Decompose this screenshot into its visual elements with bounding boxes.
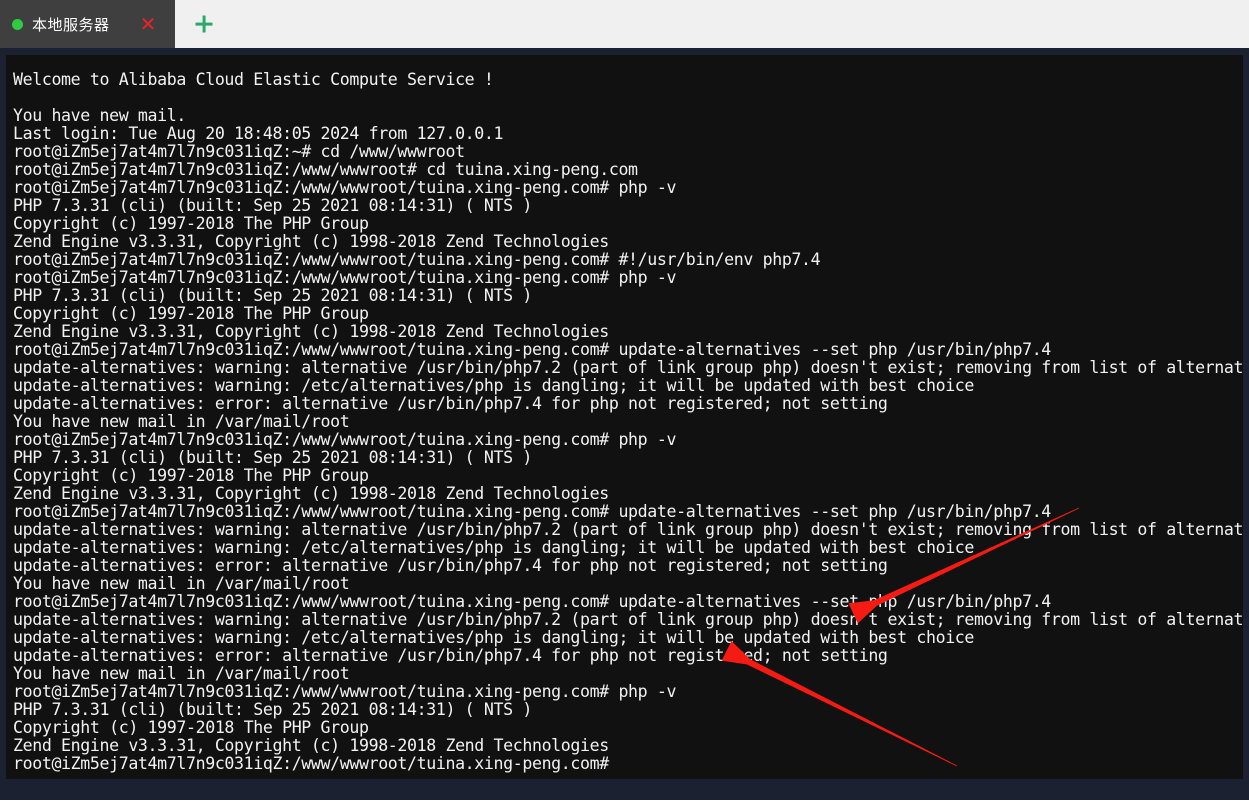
tab-bar: 本地服务器 ✕ <box>0 0 1249 48</box>
terminal-line: Copyright (c) 1997-2018 The PHP Group <box>13 214 369 233</box>
terminal-line: update-alternatives: error: alternative … <box>13 556 888 575</box>
terminal-line: root@iZm5ej7at4m7l7n9c031iqZ:/www/wwwroo… <box>13 340 1051 359</box>
terminal-line: root@iZm5ej7at4m7l7n9c031iqZ:/www/wwwroo… <box>13 250 821 269</box>
plus-icon <box>195 15 213 33</box>
new-tab-button[interactable] <box>175 0 233 48</box>
terminal-line: root@iZm5ej7at4m7l7n9c031iqZ:/www/wwwroo… <box>13 178 677 197</box>
terminal-line: root@iZm5ej7at4m7l7n9c031iqZ:~# cd /www/… <box>13 142 465 161</box>
terminal-line: root@iZm5ej7at4m7l7n9c031iqZ:/www/wwwroo… <box>13 682 677 701</box>
terminal-line: Copyright (c) 1997-2018 The PHP Group <box>13 304 369 323</box>
terminal-line: You have new mail in /var/mail/root <box>13 412 350 431</box>
terminal-line: Zend Engine v3.3.31, Copyright (c) 1998-… <box>13 736 609 755</box>
terminal-line: update-alternatives: warning: alternativ… <box>13 358 1243 377</box>
terminal-line: You have new mail in /var/mail/root <box>13 574 350 593</box>
terminal-line: root@iZm5ej7at4m7l7n9c031iqZ:/www/wwwroo… <box>13 754 609 773</box>
terminal-line: Welcome to Alibaba Cloud Elastic Compute… <box>13 70 494 89</box>
terminal-line: Copyright (c) 1997-2018 The PHP Group <box>13 466 369 485</box>
terminal-line: You have new mail in /var/mail/root <box>13 664 350 683</box>
terminal-screen[interactable]: Welcome to Alibaba Cloud Elastic Compute… <box>6 55 1243 779</box>
terminal-line: update-alternatives: warning: alternativ… <box>13 520 1243 539</box>
terminal-line: Copyright (c) 1997-2018 The PHP Group <box>13 718 369 737</box>
tab-title-label: 本地服务器 <box>32 15 110 34</box>
terminal-line: PHP 7.3.31 (cli) (built: Sep 25 2021 08:… <box>13 286 532 305</box>
terminal-line: Zend Engine v3.3.31, Copyright (c) 1998-… <box>13 484 609 503</box>
terminal-line: PHP 7.3.31 (cli) (built: Sep 25 2021 08:… <box>13 700 532 719</box>
terminal-line: Last login: Tue Aug 20 18:48:05 2024 fro… <box>13 124 504 143</box>
terminal-line: root@iZm5ej7at4m7l7n9c031iqZ:/www/wwwroo… <box>13 160 638 179</box>
terminal-frame: Welcome to Alibaba Cloud Elastic Compute… <box>0 48 1249 800</box>
tab-local-server[interactable]: 本地服务器 ✕ <box>0 0 175 48</box>
close-icon[interactable]: ✕ <box>139 14 157 34</box>
terminal-line: update-alternatives: warning: alternativ… <box>13 610 1243 629</box>
terminal-line: You have new mail. <box>13 106 186 125</box>
terminal-line: Zend Engine v3.3.31, Copyright (c) 1998-… <box>13 232 609 251</box>
terminal-line: root@iZm5ej7at4m7l7n9c031iqZ:/www/wwwroo… <box>13 502 1051 521</box>
window-footer <box>0 800 1249 807</box>
terminal-line: update-alternatives: warning: /etc/alter… <box>13 376 975 395</box>
terminal-line: root@iZm5ej7at4m7l7n9c031iqZ:/www/wwwroo… <box>13 430 677 449</box>
terminal-line: PHP 7.3.31 (cli) (built: Sep 25 2021 08:… <box>13 448 532 467</box>
terminal-line: update-alternatives: warning: /etc/alter… <box>13 538 975 557</box>
terminal-line: Zend Engine v3.3.31, Copyright (c) 1998-… <box>13 322 609 341</box>
status-bar <box>0 779 1249 800</box>
terminal-line: PHP 7.3.31 (cli) (built: Sep 25 2021 08:… <box>13 196 532 215</box>
terminal-output: Welcome to Alibaba Cloud Elastic Compute… <box>13 71 1243 773</box>
terminal-line: update-alternatives: error: alternative … <box>13 394 888 413</box>
terminal-line: root@iZm5ej7at4m7l7n9c031iqZ:/www/wwwroo… <box>13 592 1051 611</box>
connection-status-dot-icon <box>12 18 23 30</box>
terminal-line: root@iZm5ej7at4m7l7n9c031iqZ:/www/wwwroo… <box>13 268 677 287</box>
terminal-line: update-alternatives: warning: /etc/alter… <box>13 628 975 647</box>
terminal-line: update-alternatives: error: alternative … <box>13 646 888 665</box>
